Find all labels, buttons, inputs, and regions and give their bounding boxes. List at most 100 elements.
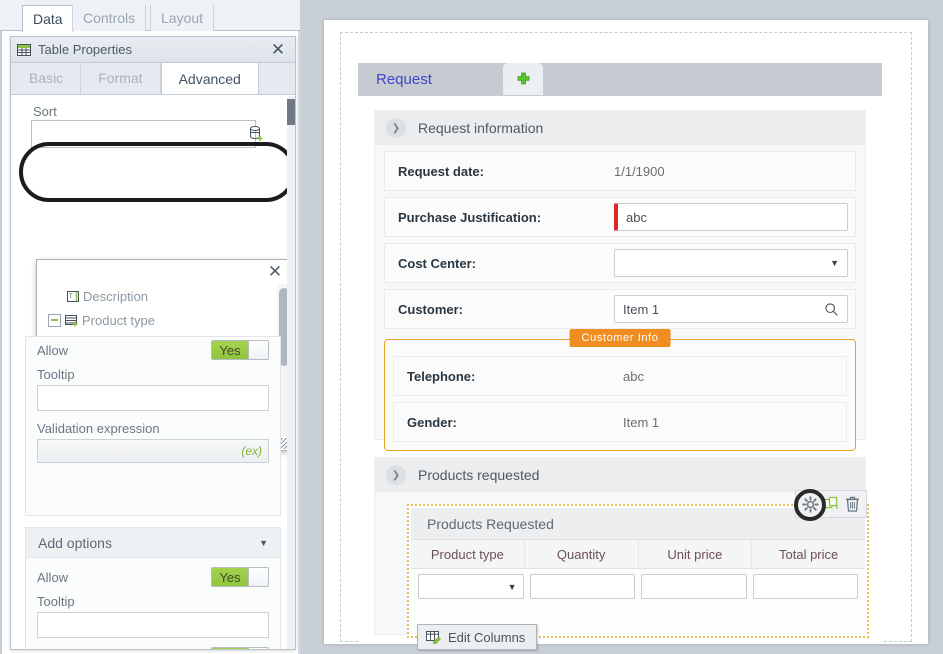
edit-columns-button[interactable]: Edit Columns (417, 624, 538, 650)
customer-info-group: Customer Info Telephone: abc Gender: Ite… (384, 329, 856, 451)
inline-add-toggle-value: Yes (212, 648, 248, 649)
cost-center-combobox[interactable]: ▼ (614, 249, 848, 277)
toggle-knob (248, 648, 268, 649)
tree-item-label: Product type (82, 312, 155, 328)
request-date-label: Request date: (398, 163, 484, 179)
duplicate-icon[interactable] (824, 496, 840, 512)
tab-controls[interactable]: Controls (72, 5, 147, 31)
property-group-general: Allow Yes Tooltip Validation expression (25, 336, 281, 516)
validation-expression-input[interactable]: (ex) (37, 439, 269, 463)
properties-scrollbar[interactable] (287, 96, 295, 649)
table-properties-window: Table Properties ✕ Basic Format Advanced… (10, 36, 296, 650)
tooltip-input[interactable] (37, 385, 269, 411)
add-allow-toggle-value: Yes (212, 568, 248, 586)
cell-product-type: ▼ (415, 574, 527, 599)
table-properties-title: Table Properties (38, 42, 132, 57)
section-request-information-header[interactable]: ❯ Request information (375, 111, 865, 145)
designer-top-tabs: Data Controls Layout (0, 0, 300, 32)
chevron-down-icon[interactable]: ❯ (386, 465, 406, 485)
chevron-down-icon[interactable]: ▼ (508, 582, 517, 592)
tab-layout[interactable]: Layout (150, 5, 215, 31)
tab-basic-label: Basic (29, 70, 64, 86)
entity-icon (65, 314, 79, 327)
gear-icon[interactable] (802, 495, 819, 513)
section-products-requested: ❯ Products requested Products Requested … (374, 457, 869, 650)
tab-data-label: Data (33, 11, 63, 27)
purchase-justification-value: abc (626, 209, 647, 225)
tree-item-product-type[interactable]: Product type (37, 308, 276, 332)
search-icon[interactable] (824, 302, 839, 317)
section-products-requested-title: Products requested (418, 467, 540, 483)
products-table-header-row: Product type Quantity Unit price Total p… (411, 540, 865, 569)
gender-value: Item 1 (623, 414, 660, 430)
form-tab-request-label: Request (376, 71, 432, 88)
tree-item-description[interactable]: T Description (37, 284, 276, 308)
inline-add-toggle[interactable]: Yes (211, 647, 269, 649)
customer-info-badge: Customer Info (569, 329, 671, 347)
text-field-icon: T (67, 290, 80, 303)
add-allow-toggle[interactable]: Yes (211, 567, 269, 587)
cell-quantity (527, 574, 639, 599)
quantity-input[interactable] (529, 574, 635, 599)
total-price-input[interactable] (752, 574, 858, 599)
table-properties-titlebar: Table Properties ✕ (11, 37, 295, 63)
table-widget-toolbar (794, 489, 867, 521)
cost-center-label: Cost Center: (398, 255, 477, 271)
sort-input[interactable] (31, 120, 256, 148)
form-tab-request[interactable]: Request (358, 63, 503, 96)
designer-left-pane: Data Controls Layout Table Properties ✕ … (0, 0, 300, 654)
allow-toggle-value: Yes (212, 341, 248, 359)
popup-close-icon[interactable]: ✕ (264, 262, 286, 282)
add-data-source-icon[interactable] (249, 126, 264, 142)
products-table-widget: Products Requested Product type Quantity… (407, 489, 869, 650)
tab-data[interactable]: Data (22, 5, 74, 32)
field-cost-center: Cost Center: ▼ (384, 243, 856, 283)
chevron-down-icon[interactable]: ▼ (830, 258, 839, 268)
close-icon[interactable]: ✕ (267, 39, 289, 61)
customer-label: Customer: (398, 301, 464, 317)
column-header-unit-price[interactable]: Unit price (639, 540, 753, 568)
table-row: ▼ (411, 569, 865, 604)
add-options-title: Add options (38, 534, 112, 551)
add-options-header[interactable]: Add options ▼ (26, 528, 280, 558)
purchase-justification-input[interactable]: abc (614, 203, 848, 231)
field-gender: Gender: Item 1 (393, 402, 847, 442)
customer-control: Item 1 (614, 295, 848, 323)
property-group-add-options: Add options ▼ Allow Yes Tooltip (25, 527, 281, 649)
customer-value: Item 1 (623, 301, 660, 317)
properties-scroll-thumb[interactable] (287, 99, 295, 125)
trash-icon[interactable] (845, 496, 860, 512)
column-header-product-type[interactable]: Product type (411, 540, 525, 568)
customer-search-input[interactable]: Item 1 (614, 295, 848, 323)
collapse-minus-icon[interactable] (48, 313, 61, 327)
chevron-down-icon[interactable]: ❯ (386, 118, 406, 138)
add-tab-button[interactable] (503, 63, 543, 95)
chevron-down-icon[interactable]: ▼ (259, 538, 268, 548)
column-header-quantity[interactable]: Quantity (525, 540, 639, 568)
cell-total-price (750, 574, 862, 599)
telephone-label: Telephone: (407, 368, 476, 384)
cell-unit-price (638, 574, 750, 599)
tab-advanced[interactable]: Advanced (160, 62, 259, 94)
expression-editor-icon[interactable]: (ex) (241, 444, 262, 458)
field-purchase-justification: Purchase Justification: abc (384, 197, 856, 237)
properties-body: Sort ✕ T Description Product type Allow … (11, 96, 295, 649)
tab-format[interactable]: Format (81, 63, 161, 94)
unit-price-input[interactable] (641, 574, 747, 599)
toggle-knob (248, 568, 268, 586)
add-tooltip-input[interactable] (37, 612, 269, 638)
edit-columns-label: Edit Columns (448, 629, 526, 645)
tab-basic[interactable]: Basic (12, 63, 82, 94)
add-tooltip-label: Tooltip (37, 593, 75, 609)
property-row-inline-add: Inline add Yes (26, 644, 280, 649)
allow-toggle[interactable]: Yes (211, 340, 269, 360)
edit-columns-icon (426, 630, 442, 644)
purchase-justification-control: abc (614, 203, 848, 231)
field-customer: Customer: Item 1 (384, 289, 856, 329)
product-type-combobox[interactable]: ▼ (418, 574, 524, 599)
sort-label: Sort (33, 104, 57, 119)
sort-highlight-ring (19, 142, 295, 202)
cost-center-control: ▼ (614, 249, 848, 277)
section-products-requested-header[interactable]: ❯ Products requested (375, 458, 865, 492)
column-header-total-price[interactable]: Total price (752, 540, 865, 568)
